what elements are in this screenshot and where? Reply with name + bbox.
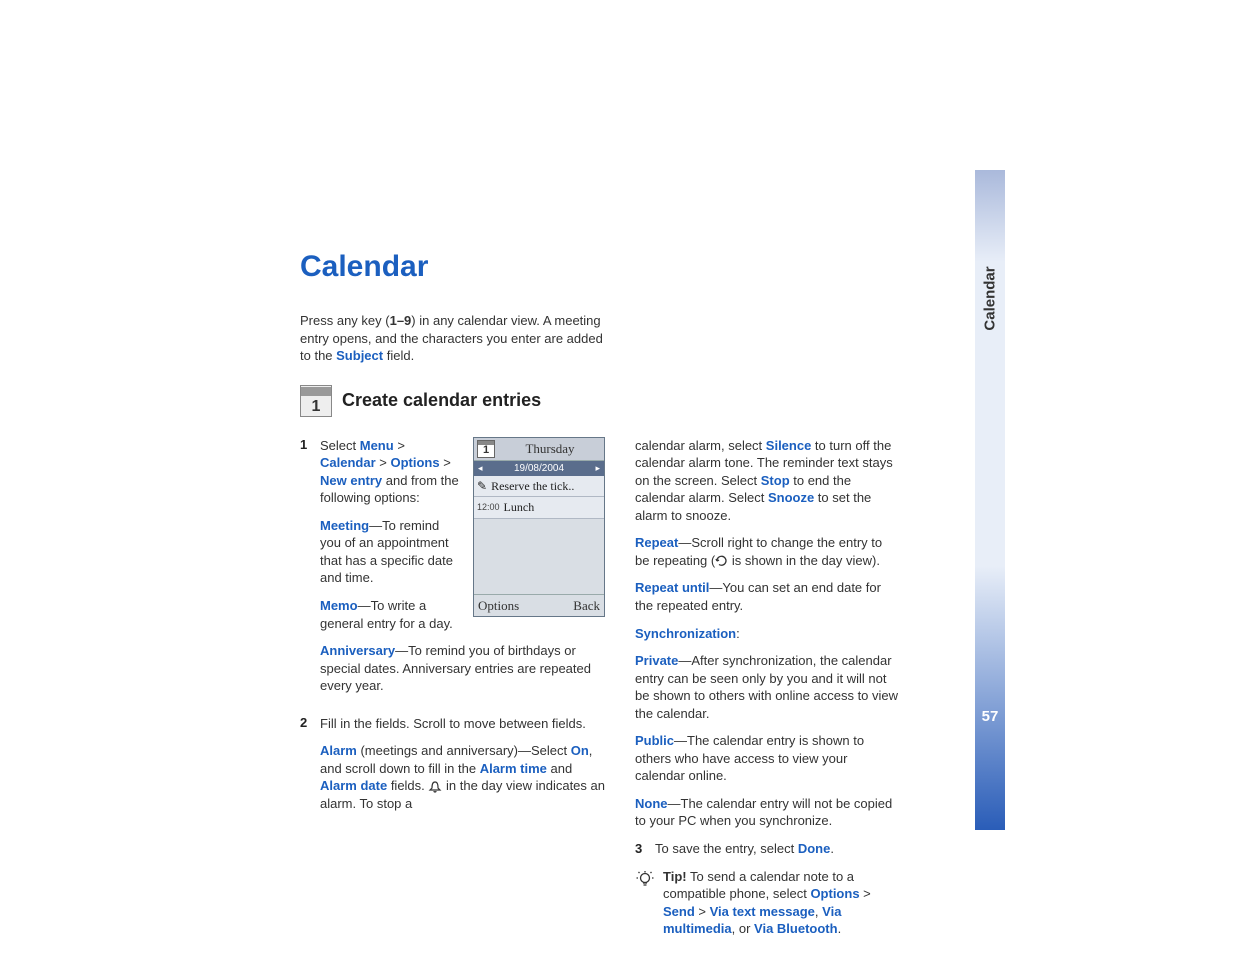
intro-text-post: field. [383,348,414,363]
intro-keys: 1–9 [390,313,412,328]
step-3: 3 To save the entry, select Done. [635,840,900,858]
phone-entry-2-text: Lunch [504,499,535,515]
repeat-until-paragraph: Repeat until—You can set an end date for… [635,579,900,614]
calendar-section-icon: 1 [300,385,332,417]
phone-softkey-right: Back [573,597,600,615]
phone-entry-icon: ✎ [477,478,487,494]
step-3-number: 3 [635,840,645,858]
phone-entry-1-text: Reserve the tick.. [491,478,574,494]
phone-date-row: ◂ 19/08/2004 ▸ [474,461,604,477]
none-label[interactable]: None [635,796,668,811]
memo-option: Memo—To write a general entry for a day. [320,597,461,632]
menu-link[interactable]: Menu [360,438,394,453]
alarm-label[interactable]: Alarm [320,743,357,758]
step-1: 1 Select Menu > Calendar > Options > New… [300,437,605,705]
tip-block: Tip! To send a calendar note to a compat… [635,868,900,938]
tip-send-link[interactable]: Send [663,904,695,919]
side-tab: Calendar 57 [975,170,1005,830]
meeting-label[interactable]: Meeting [320,518,369,533]
alarm-time-link[interactable]: Alarm time [480,761,547,776]
private-paragraph: Private—After synchronization, the calen… [635,652,900,722]
phone-screenshot: 1 Thursday ◂ 19/08/2004 ▸ ✎ [473,437,605,617]
new-entry-link[interactable]: New entry [320,473,382,488]
silence-link[interactable]: Silence [766,438,812,453]
stop-link[interactable]: Stop [761,473,790,488]
tip-label: Tip! [663,869,687,884]
calendar-link[interactable]: Calendar [320,455,376,470]
repeat-until-label[interactable]: Repeat until [635,580,709,595]
private-label[interactable]: Private [635,653,678,668]
section-header: 1 Create calendar entries [300,385,900,417]
via-bluetooth-link[interactable]: Via Bluetooth [754,921,838,936]
via-text-message-link[interactable]: Via text message [710,904,815,919]
sync-heading: Synchronization: [635,625,900,643]
side-tab-label: Calendar [982,266,999,330]
step-2-intro: Fill in the fields. Scroll to move betwe… [320,715,605,733]
anniversary-label[interactable]: Anniversary [320,643,395,658]
left-column: 1 Select Menu > Calendar > Options > New… [300,437,605,938]
on-link[interactable]: On [571,743,589,758]
phone-calendar-icon: 1 [477,440,495,458]
anniversary-option: Anniversary—To remind you of birthdays o… [320,642,605,695]
tip-text: Tip! To send a calendar note to a compat… [663,868,900,938]
alarm-continued: calendar alarm, select Silence to turn o… [635,437,900,525]
step-2: 2 Fill in the fields. Scroll to move bet… [300,715,605,823]
lightbulb-tip-icon [635,870,655,890]
phone-date-prev-icon: ◂ [478,462,483,474]
step-2-number: 2 [300,715,310,823]
repeat-cycle-icon [715,555,728,567]
meeting-option: Meeting—To remind you of an appointment … [320,517,461,587]
section-title: Create calendar entries [342,390,541,411]
phone-softkey-left: Options [478,597,519,615]
intro-text-pre: Press any key ( [300,313,390,328]
phone-date-next-icon: ▸ [595,462,600,474]
public-paragraph: Public—The calendar entry is shown to ot… [635,732,900,785]
step-1-nav: Select Menu > Calendar > Options > New e… [320,437,461,507]
options-link[interactable]: Options [390,455,439,470]
right-column: calendar alarm, select Silence to turn o… [635,437,900,938]
repeat-paragraph: Repeat—Scroll right to change the entry … [635,534,900,569]
phone-day-label: Thursday [499,440,601,458]
repeat-label[interactable]: Repeat [635,535,678,550]
subject-link[interactable]: Subject [336,348,383,363]
public-label[interactable]: Public [635,733,674,748]
snooze-link[interactable]: Snooze [768,490,814,505]
phone-entry-2-time: 12:00 [477,501,500,513]
none-paragraph: None—The calendar entry will not be copi… [635,795,900,830]
alarm-date-link[interactable]: Alarm date [320,778,387,793]
alarm-paragraph: Alarm (meetings and anniversary)—Select … [320,742,605,812]
page-title: Calendar [300,250,900,284]
phone-date: 19/08/2004 [514,462,564,476]
done-link[interactable]: Done [798,841,831,856]
page-number: 57 [982,708,999,725]
page-content: Calendar Press any key (1–9) in any cale… [300,250,900,938]
phone-entry-1: ✎ Reserve the tick.. [474,476,604,497]
memo-label[interactable]: Memo [320,598,358,613]
step-1-number: 1 [300,437,310,705]
tip-options-link[interactable]: Options [810,886,859,901]
intro-paragraph: Press any key (1–9) in any calendar view… [300,312,605,365]
phone-entry-2: 12:00 Lunch [474,497,604,518]
alarm-bell-icon [428,781,442,793]
synchronization-label[interactable]: Synchronization [635,626,736,641]
